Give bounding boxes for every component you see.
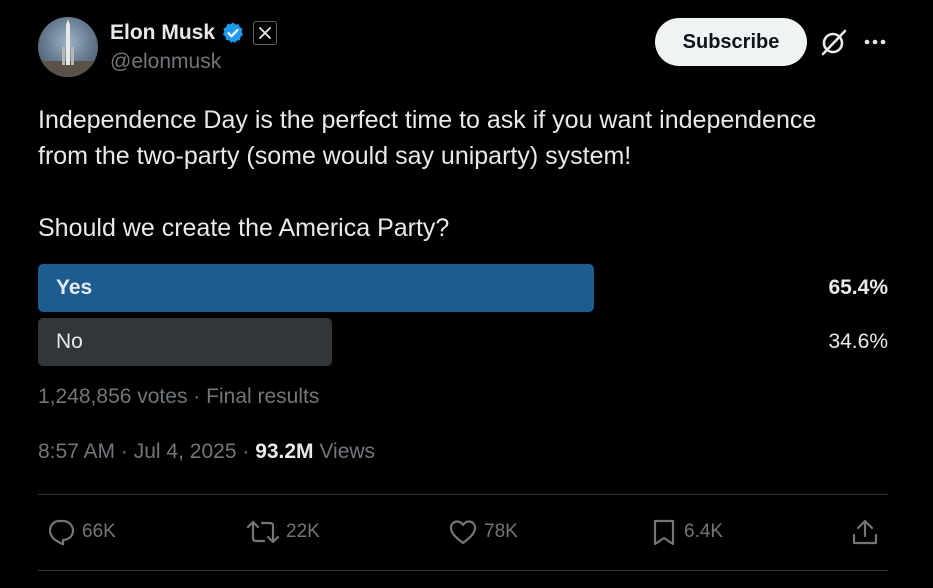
- poll-meta-separator: ·: [193, 385, 201, 408]
- bookmark-button[interactable]: 6.4K: [650, 514, 723, 550]
- repost-count: 22K: [286, 521, 320, 542]
- poll-option-no[interactable]: No 34.6%: [38, 318, 888, 366]
- subscribe-button[interactable]: Subscribe: [655, 18, 807, 66]
- verified-badge-icon[interactable]: [221, 21, 245, 45]
- timestamp-row: 8:57 AM · Jul 4, 2025 · 93.2M Views: [38, 440, 375, 464]
- time-separator: ·: [120, 440, 128, 463]
- views-label: Views: [319, 440, 376, 463]
- grok-icon[interactable]: [818, 26, 850, 58]
- post-date[interactable]: Jul 4, 2025: [134, 440, 237, 463]
- author-display-name[interactable]: Elon Musk: [110, 21, 215, 45]
- share-icon: [852, 519, 878, 545]
- repost-button[interactable]: 22K: [246, 514, 320, 550]
- post-time[interactable]: 8:57 AM: [38, 440, 115, 463]
- avatar[interactable]: [38, 17, 98, 77]
- repost-icon: [246, 520, 280, 544]
- bottom-divider: [38, 570, 888, 571]
- like-count: 78K: [484, 521, 518, 542]
- tweet-text-line-1: Independence Day is the perfect time to …: [38, 106, 817, 134]
- poll-percent-no: 34.6%: [828, 330, 888, 353]
- like-button[interactable]: 78K: [448, 514, 518, 550]
- author-handle[interactable]: @elonmusk: [110, 50, 221, 74]
- poll-question: Should we create the America Party?: [38, 214, 450, 242]
- poll-votes: 1,248,856 votes: [38, 385, 188, 408]
- tweet: Elon Musk @elonmusk Subscribe Independen…: [0, 0, 933, 588]
- more-icon[interactable]: [860, 28, 890, 56]
- poll-meta: 1,248,856 votes · Final results: [38, 385, 319, 409]
- views-count[interactable]: 93.2M: [255, 440, 313, 463]
- author-name-row: Elon Musk: [110, 19, 278, 47]
- poll-status: Final results: [206, 385, 320, 408]
- reply-button[interactable]: 66K: [46, 514, 116, 550]
- divider: [38, 494, 888, 495]
- tweet-text-line-2: from the two-party (some would say unipa…: [38, 142, 632, 170]
- poll-percent-yes: 65.4%: [828, 276, 888, 299]
- poll-bar-yes: [38, 264, 594, 312]
- poll-label-no: No: [56, 330, 83, 353]
- poll-option-yes[interactable]: Yes 65.4%: [38, 264, 888, 312]
- share-button[interactable]: [850, 514, 880, 550]
- x-logo-icon[interactable]: [253, 21, 278, 45]
- views-separator: ·: [242, 440, 250, 463]
- reply-icon: [48, 519, 75, 546]
- rocket-avatar-image: [38, 19, 98, 77]
- heart-icon: [449, 520, 477, 545]
- reply-count: 66K: [82, 521, 116, 542]
- poll-label-yes: Yes: [56, 276, 93, 299]
- tweet-text: Independence Day is the perfect time to …: [38, 102, 898, 174]
- bookmark-count: 6.4K: [684, 521, 724, 542]
- bookmark-icon: [653, 519, 675, 546]
